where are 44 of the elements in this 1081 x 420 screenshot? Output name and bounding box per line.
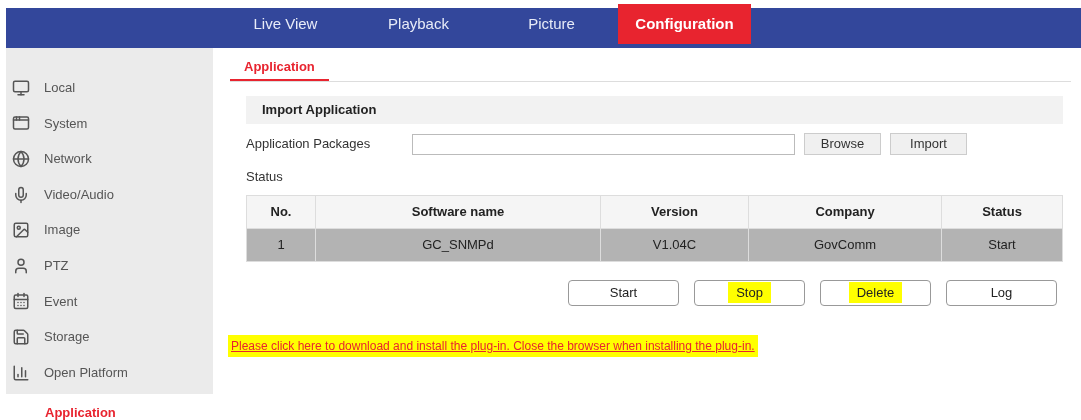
table-cell: GovComm [748, 228, 942, 261]
field-label: Application Packages [246, 135, 372, 154]
column-header: Status [941, 195, 1063, 228]
nav-tab[interactable]: Configuration [618, 4, 751, 44]
page-tab[interactable]: Application [230, 54, 329, 81]
section-header: Import Application [246, 96, 1063, 124]
plugin-download-link[interactable]: Please click here to download and install the plug-in. Close the browser when installing the plug-in. [228, 334, 758, 357]
sidebar-item[interactable]: Network [6, 141, 213, 177]
action-button[interactable]: Delete [820, 279, 931, 306]
column-header: No. [246, 195, 316, 228]
sidebar-item[interactable]: Image [6, 212, 213, 248]
sidebar-item[interactable]: Event [6, 283, 213, 320]
nav-tab[interactable]: Live View [219, 4, 352, 44]
form-button[interactable]: Browse [804, 133, 881, 155]
monitor-icon [12, 78, 30, 97]
table-cell: V1.04C [600, 228, 749, 261]
file-path-field[interactable] [412, 133, 795, 155]
sidebar-subitem[interactable]: Application [6, 394, 213, 420]
column-header: Company [748, 195, 942, 228]
action-button[interactable]: Stop [694, 279, 805, 306]
column-header: Software name [315, 195, 601, 228]
status-label: Status [246, 168, 284, 186]
image-icon [12, 221, 30, 240]
window-icon [12, 114, 30, 133]
table-cell: Start [941, 228, 1063, 261]
nav-tab[interactable]: Playback [352, 4, 485, 44]
table-cell: GC_SNMPd [315, 228, 601, 261]
sidebar-item[interactable]: PTZ [6, 247, 213, 284]
action-button[interactable]: Log [946, 279, 1057, 306]
nav-tab[interactable]: Picture [485, 4, 618, 44]
column-header: Version [600, 195, 749, 228]
sidebar-item[interactable]: Video/Audio [6, 176, 213, 213]
sidebar-item[interactable]: System [6, 105, 213, 142]
sidebar-item[interactable]: Storage [6, 319, 213, 355]
microphone-icon [12, 185, 30, 204]
table-cell: 1 [246, 228, 316, 261]
sidebar-item[interactable]: Local [6, 70, 213, 106]
calendar-icon [12, 292, 30, 311]
bar-chart-icon [12, 363, 30, 382]
form-button[interactable]: Import [890, 133, 967, 155]
sidebar-item[interactable]: Open Platform [6, 354, 213, 391]
globe-icon [12, 150, 30, 168]
table-row[interactable]: 1 GC_SNMPd V1.04C GovComm Start [246, 228, 1063, 261]
action-button[interactable]: Start [568, 279, 679, 306]
